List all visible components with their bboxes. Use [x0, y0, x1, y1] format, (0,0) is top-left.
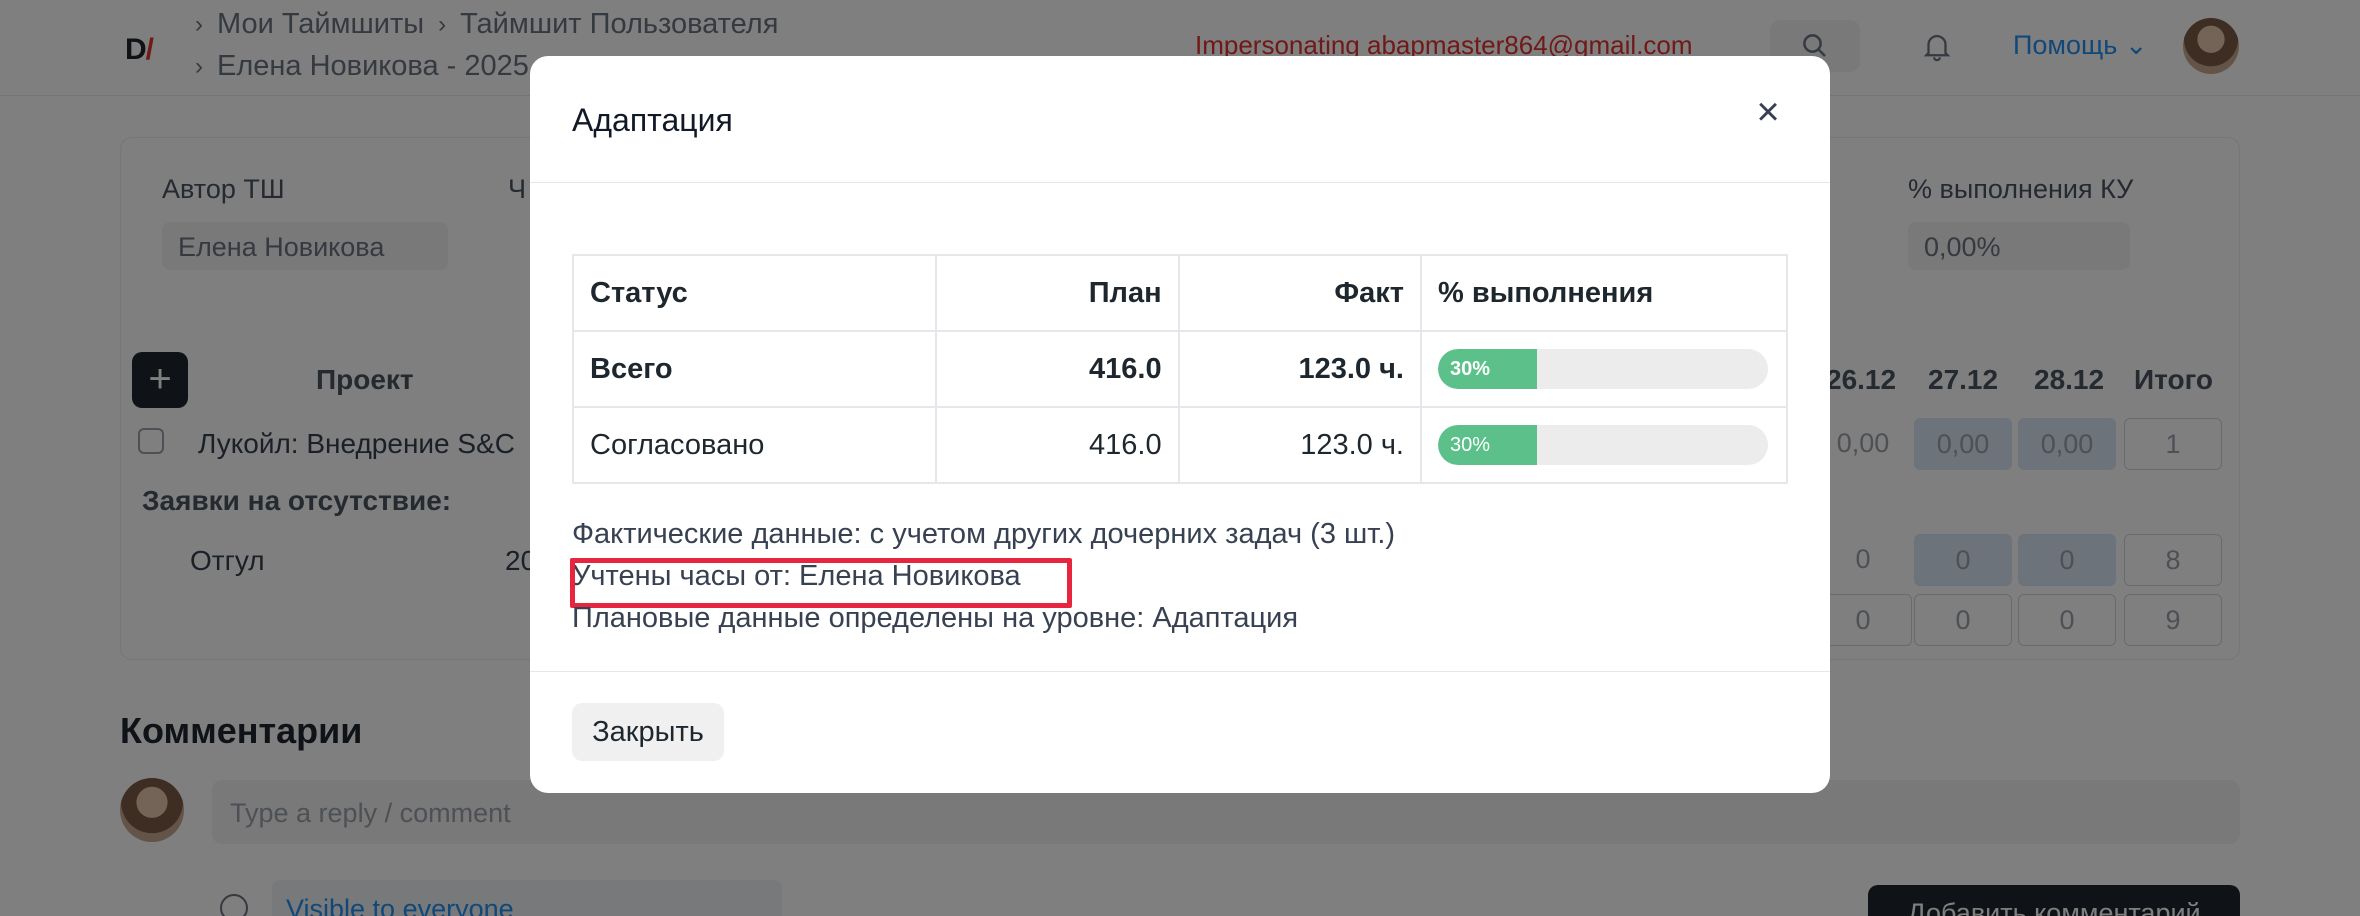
highlight-box: [570, 558, 1072, 608]
adaptation-modal: Адаптация × Статус План Факт % выполнени…: [530, 56, 1830, 793]
plan-level-info: Плановые данные определены на уровне: Ад…: [572, 602, 1299, 634]
actual-data-info: Фактические данные: с учетом других доче…: [572, 518, 1396, 550]
status-table: Статус План Факт % выполнения Всего 416.…: [571, 254, 1789, 484]
plan-cell: 416.0: [935, 330, 1180, 408]
plan-cell: 416.0: [935, 406, 1180, 484]
progress-bar: 30%: [1437, 425, 1768, 465]
plan-column-header: План: [935, 254, 1180, 332]
modal-footer: [530, 671, 1830, 793]
percent-cell: 30%: [1419, 330, 1789, 408]
table-row: Всего 416.0 123.0 ч. 30%: [571, 330, 1789, 408]
modal-title: Адаптация: [572, 102, 733, 138]
progress-bar: 30%: [1437, 349, 1768, 389]
percent-column-header: % выполнения: [1419, 254, 1789, 332]
status-cell: Согласовано: [571, 406, 938, 484]
close-icon[interactable]: ×: [1746, 90, 1790, 134]
status-column-header: Статус: [571, 254, 938, 332]
fact-column-header: Факт: [1177, 254, 1422, 332]
fact-cell: 123.0 ч.: [1177, 330, 1422, 408]
status-cell: Всего: [571, 330, 938, 408]
table-header-row: Статус План Факт % выполнения: [571, 254, 1789, 332]
progress-fill: 30%: [1437, 425, 1537, 465]
table-row: Согласовано 416.0 123.0 ч. 30%: [571, 406, 1789, 484]
progress-fill: 30%: [1437, 349, 1537, 389]
close-button[interactable]: Закрыть: [572, 703, 724, 761]
modal-header: Адаптация ×: [530, 56, 1830, 183]
fact-cell: 123.0 ч.: [1177, 406, 1422, 484]
percent-cell: 30%: [1419, 406, 1789, 484]
